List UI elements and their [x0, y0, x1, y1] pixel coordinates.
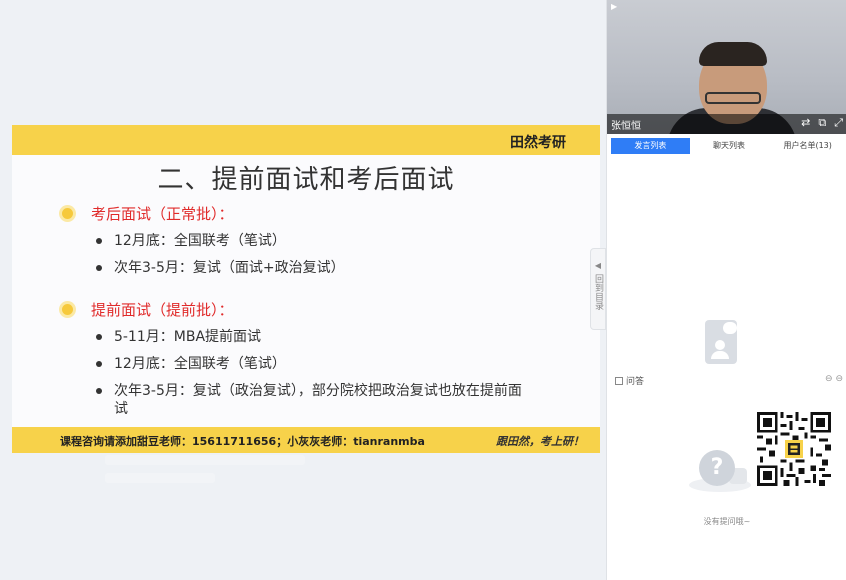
qa-icon: [615, 377, 623, 385]
presentation-slide: 田然考研 二、提前面试和考后面试 考后面试（正常批）： 12月底：全国联考（笔试…: [12, 125, 600, 453]
qr-code: [757, 412, 831, 486]
play-indicator-icon: ▶: [611, 2, 618, 11]
footer-slogan: 跟田然，考上研！: [496, 435, 584, 448]
section-early-interview: 提前面试（提前批）： 5-11月：MBA提前面试 12月底：全国联考（笔试） 次…: [60, 299, 534, 427]
back-to-toc-tab[interactable]: ◀ 回到目录: [590, 248, 606, 330]
panel-tabs: 发言列表 聊天列表 用户名单(13): [607, 138, 846, 154]
list-item: 12月底：全国联考（笔试）: [94, 355, 534, 373]
video-control-bar: 张恒恒 ⇄ ⧉ ⤢: [607, 114, 846, 134]
slide-brand: 田然考研: [510, 135, 566, 151]
list-item: 次年3-5月：复试（面试+政治复试）: [94, 259, 345, 277]
video-controls: ⇄ ⧉ ⤢: [801, 116, 843, 130]
bullet-dot-icon: [62, 208, 73, 219]
qa-header: 问答 ⊖ ⊖: [607, 372, 846, 388]
empty-qa-text: 没有提问哦~: [703, 517, 751, 526]
presenter-name: 张恒恒: [611, 121, 641, 132]
slide-title: 二、提前面试和考后面试: [157, 165, 455, 195]
chevron-left-icon: ◀: [594, 261, 602, 270]
list-item: 5-11月：MBA提前面试: [94, 328, 534, 346]
empty-qa-icon: ?: [689, 446, 751, 496]
qa-controls: ⊖ ⊖: [825, 374, 843, 384]
faded-background-text: [105, 455, 325, 495]
footer-contact: 课程咨询请添加甜豆老师：15611711656；小灰灰老师：tianranmba: [60, 435, 425, 448]
right-panel: ▶ 张恒恒 ⇄ ⧉ ⤢ 发言列表 聊天列表 用户名单(13) 问答 ⊖ ⊖ ? …: [606, 0, 846, 580]
qa-title: 问答: [615, 374, 644, 387]
section-heading: 提前面试（提前批）：: [60, 299, 534, 320]
tab-user-list[interactable]: 用户名单(13): [768, 138, 846, 154]
presenter-hair: [699, 42, 767, 66]
tab-chat-list[interactable]: 聊天列表: [690, 138, 769, 154]
slide-footer-bar: 课程咨询请添加甜豆老师：15611711656；小灰灰老师：tianranmba…: [12, 427, 600, 453]
bullet-dot-icon: [62, 304, 73, 315]
collapse-icon[interactable]: ⊖: [835, 374, 843, 384]
back-to-toc-label: 回到目录: [593, 274, 603, 310]
list-item: 12月底：全国联考（笔试）: [94, 232, 345, 250]
slide-header-bar: 田然考研: [12, 125, 600, 155]
section-item-list: 12月底：全国联考（笔试） 次年3-5月：复试（面试+政治复试）: [94, 232, 345, 277]
presenter-video[interactable]: ▶ 张恒恒 ⇄ ⧉ ⤢: [607, 0, 846, 134]
section-item-list: 5-11月：MBA提前面试 12月底：全国联考（笔试） 次年3-5月：复试（政治…: [94, 328, 534, 418]
switch-icon[interactable]: ⇄: [801, 116, 810, 130]
minimize-icon[interactable]: ⊖: [825, 374, 833, 384]
slide-area: 田然考研 二、提前面试和考后面试 考后面试（正常批）： 12月底：全国联考（笔试…: [0, 0, 606, 580]
section-heading: 考后面试（正常批）：: [60, 203, 345, 224]
fullscreen-icon[interactable]: ⤢: [834, 116, 843, 130]
tab-speaker-list[interactable]: 发言列表: [611, 138, 690, 154]
list-item: 次年3-5月：复试（政治复试），部分院校把政治复试也放在提前面试: [94, 382, 534, 418]
section-heading-text: 提前面试（提前批）：: [91, 301, 234, 319]
popout-icon[interactable]: ⧉: [818, 116, 826, 130]
live-class-app: 田然考研 二、提前面试和考后面试 考后面试（正常批）： 12月底：全国联考（笔试…: [0, 0, 846, 580]
section-heading-text: 考后面试（正常批）：: [91, 205, 234, 223]
empty-speaker-list-icon: [699, 318, 757, 370]
presenter-glasses: [705, 92, 761, 104]
section-after-exam: 考后面试（正常批）： 12月底：全国联考（笔试） 次年3-5月：复试（面试+政治…: [60, 203, 345, 286]
